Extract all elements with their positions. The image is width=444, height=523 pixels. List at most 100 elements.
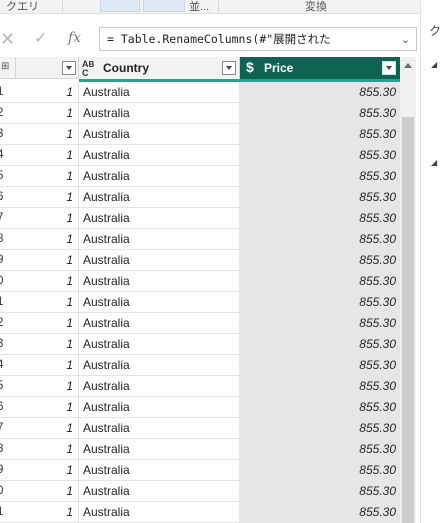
row-index-cell[interactable]: 6 <box>0 187 16 208</box>
row-index-cell[interactable]: 4 <box>0 355 16 376</box>
table-row[interactable]: 8 1 Australia 855.30 <box>0 229 416 250</box>
vertical-scrollbar[interactable] <box>400 57 416 523</box>
country-cell[interactable]: Australia <box>79 313 240 334</box>
collapse-triangle-icon[interactable]: ◢ <box>431 158 437 167</box>
country-cell[interactable]: Australia <box>79 481 240 502</box>
filter-dropdown-icon[interactable] <box>222 61 236 75</box>
row-index-cell[interactable]: 9 <box>0 460 16 481</box>
table-row[interactable]: 5 1 Australia 855.30 <box>0 376 416 397</box>
price-cell[interactable]: 855.30 <box>240 271 400 292</box>
number-cell[interactable]: 1 <box>16 187 79 208</box>
row-index-cell[interactable]: 1 <box>0 82 16 103</box>
number-cell[interactable]: 1 <box>16 208 79 229</box>
country-cell[interactable]: Australia <box>79 250 240 271</box>
row-index-cell[interactable]: 2 <box>0 103 16 124</box>
number-cell[interactable]: 1 <box>16 250 79 271</box>
row-index-cell[interactable]: 6 <box>0 397 16 418</box>
row-index-cell[interactable]: 8 <box>0 439 16 460</box>
table-row[interactable]: 7 1 Australia 855.30 <box>0 208 416 229</box>
table-row[interactable]: 3 1 Australia 855.30 <box>0 124 416 145</box>
number-cell[interactable]: 1 <box>16 439 79 460</box>
row-index-cell[interactable]: 9 <box>0 250 16 271</box>
price-cell[interactable]: 855.30 <box>240 397 400 418</box>
row-index-cell[interactable]: 4 <box>0 145 16 166</box>
price-cell[interactable]: 855.30 <box>240 145 400 166</box>
price-cell[interactable]: 855.30 <box>240 103 400 124</box>
row-index-cell[interactable]: 5 <box>0 376 16 397</box>
country-cell[interactable]: Australia <box>79 208 240 229</box>
row-index-cell[interactable]: 1 <box>0 502 16 523</box>
price-cell[interactable]: 855.30 <box>240 481 400 502</box>
number-cell[interactable]: 1 <box>16 334 79 355</box>
country-cell[interactable]: Australia <box>79 271 240 292</box>
formula-input[interactable]: = Table.RenameColumns(#"展開された ⌄ <box>99 27 417 51</box>
country-cell[interactable]: Australia <box>79 103 240 124</box>
price-cell[interactable]: 855.30 <box>240 208 400 229</box>
number-cell[interactable]: 1 <box>16 145 79 166</box>
number-cell[interactable]: 1 <box>16 82 79 103</box>
fx-icon[interactable]: fx <box>68 28 88 48</box>
price-cell[interactable]: 855.30 <box>240 292 400 313</box>
column-header-number[interactable] <box>16 57 79 79</box>
number-cell[interactable]: 1 <box>16 376 79 397</box>
number-cell[interactable]: 1 <box>16 355 79 376</box>
price-cell[interactable]: 855.30 <box>240 355 400 376</box>
price-cell[interactable]: 855.30 <box>240 166 400 187</box>
table-row[interactable]: 0 1 Australia 855.30 <box>0 481 416 502</box>
row-index-cell[interactable]: 1 <box>0 292 16 313</box>
currency-type-icon[interactable]: $ <box>246 59 254 75</box>
price-cell[interactable]: 855.30 <box>240 418 400 439</box>
number-cell[interactable]: 1 <box>16 397 79 418</box>
country-cell[interactable]: Australia <box>79 187 240 208</box>
table-row[interactable]: 9 1 Australia 855.30 <box>0 460 416 481</box>
ribbon-parallel-label[interactable]: 並... <box>189 0 209 13</box>
price-cell[interactable]: 855.30 <box>240 124 400 145</box>
table-row[interactable]: 2 1 Australia 855.30 <box>0 103 416 124</box>
price-cell[interactable]: 855.30 <box>240 334 400 355</box>
country-cell[interactable]: Australia <box>79 355 240 376</box>
price-cell[interactable]: 855.30 <box>240 439 400 460</box>
table-row[interactable]: 6 1 Australia 855.30 <box>0 397 416 418</box>
row-index-cell[interactable]: 7 <box>0 208 16 229</box>
number-cell[interactable]: 1 <box>16 460 79 481</box>
row-index-header[interactable]: ⊞ <box>0 57 16 79</box>
column-header-country[interactable]: AB C Country <box>79 57 240 79</box>
price-cell[interactable]: 855.30 <box>240 313 400 334</box>
table-row[interactable]: 3 1 Australia 855.30 <box>0 334 416 355</box>
number-cell[interactable]: 1 <box>16 502 79 523</box>
row-index-cell[interactable]: 3 <box>0 334 16 355</box>
country-cell[interactable]: Australia <box>79 376 240 397</box>
price-cell[interactable]: 855.30 <box>240 250 400 271</box>
ribbon-button[interactable] <box>143 0 185 12</box>
number-cell[interactable]: 1 <box>16 229 79 250</box>
number-cell[interactable]: 1 <box>16 481 79 502</box>
country-cell[interactable]: Australia <box>79 502 240 523</box>
country-cell[interactable]: Australia <box>79 334 240 355</box>
column-header-price[interactable]: $ Price <box>240 57 400 79</box>
table-row[interactable]: 6 1 Australia 855.30 <box>0 187 416 208</box>
commit-formula-icon[interactable]: ✓ <box>34 29 52 49</box>
country-cell[interactable]: Australia <box>79 229 240 250</box>
table-row[interactable]: 1 1 Australia 855.30 <box>0 82 416 103</box>
row-index-cell[interactable]: 0 <box>0 481 16 502</box>
country-cell[interactable]: Australia <box>79 292 240 313</box>
filter-dropdown-icon[interactable] <box>62 61 76 75</box>
row-index-cell[interactable]: 2 <box>0 313 16 334</box>
cancel-formula-icon[interactable]: ✕ <box>0 29 14 49</box>
number-cell[interactable]: 1 <box>16 166 79 187</box>
country-cell[interactable]: Australia <box>79 418 240 439</box>
price-cell[interactable]: 855.30 <box>240 82 400 103</box>
country-cell[interactable]: Australia <box>79 397 240 418</box>
number-cell[interactable]: 1 <box>16 271 79 292</box>
chevron-down-icon[interactable]: ⌄ <box>401 29 410 50</box>
row-index-cell[interactable]: 7 <box>0 418 16 439</box>
text-type-icon[interactable]: AB C <box>82 60 94 78</box>
ribbon-button[interactable] <box>100 0 140 12</box>
price-cell[interactable]: 855.30 <box>240 376 400 397</box>
table-row[interactable]: 4 1 Australia 855.30 <box>0 355 416 376</box>
table-row[interactable]: 0 1 Australia 855.30 <box>0 271 416 292</box>
row-index-cell[interactable]: 3 <box>0 124 16 145</box>
table-row[interactable]: 2 1 Australia 855.30 <box>0 313 416 334</box>
number-cell[interactable]: 1 <box>16 124 79 145</box>
number-cell[interactable]: 1 <box>16 313 79 334</box>
